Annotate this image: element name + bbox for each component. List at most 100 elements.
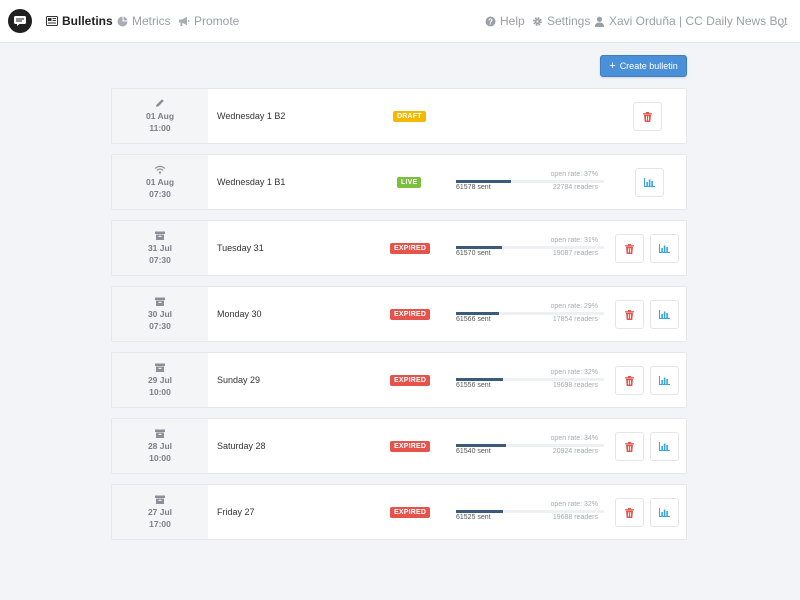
tab-metrics[interactable]: Metrics	[117, 14, 171, 28]
user-menu[interactable]: Xavi Orduña | CC Daily News Bot	[594, 14, 788, 28]
bulletin-card[interactable]: 01 Aug 07:30 Wednesday 1 B1 LIVE open rate: …	[111, 154, 687, 210]
sent-count: 61566 sent	[456, 316, 491, 323]
bulletin-date: 01 Aug	[145, 177, 175, 187]
create-bulletin-label: Create bulletin	[619, 61, 678, 71]
bulletin-title[interactable]: Friday 27	[217, 507, 255, 517]
help-link[interactable]: ? Help	[485, 14, 525, 28]
bulletin-title[interactable]: Tuesday 31	[217, 243, 264, 253]
tab-bulletins[interactable]: Bulletins	[46, 14, 113, 28]
readers-count: 17854 readers	[552, 316, 598, 323]
sent-count: 61540 sent	[456, 448, 491, 455]
bar-chart-icon	[659, 376, 670, 385]
archive-icon	[155, 230, 165, 240]
stats-button[interactable]	[650, 234, 679, 263]
bulletin-card[interactable]: 28 Jul 10:00 Saturday 28 EXPIRED open rate: …	[111, 418, 687, 474]
bar-chart-icon	[644, 178, 655, 187]
bulletin-date-column: 31 Jul 07:30	[112, 221, 208, 275]
bulletin-time: 11:00	[149, 123, 171, 133]
bulletin-card[interactable]: 27 Jul 17:00 Friday 27 EXPIRED open rate: 32…	[111, 484, 687, 540]
bar-chart-icon	[659, 442, 670, 451]
app-logo[interactable]	[8, 9, 32, 33]
stats-button[interactable]	[650, 498, 679, 527]
sent-count: 61525 sent	[456, 514, 491, 521]
user-name: Xavi Orduña | CC Daily News Bot	[609, 14, 788, 28]
delete-button[interactable]	[615, 366, 644, 395]
sent-count: 61570 sent	[456, 250, 491, 257]
settings-link[interactable]: Settings	[532, 14, 590, 28]
bulletin-card[interactable]: 01 Aug 11:00 Wednesday 1 B2 DRAFT	[111, 88, 687, 144]
bar-chart-icon	[659, 244, 670, 253]
archive-icon	[155, 494, 165, 504]
sent-progress-fill	[456, 510, 504, 513]
bulletin-title[interactable]: Wednesday 1 B2	[217, 111, 285, 121]
open-rate: open rate: 34%	[550, 435, 598, 442]
bulletin-title[interactable]: Sunday 29	[217, 375, 260, 385]
bulletin-title[interactable]: Monday 30	[217, 309, 262, 319]
readers-count: 19698 readers	[552, 382, 598, 389]
trash-icon	[625, 441, 634, 452]
status-badge: EXPIRED	[390, 243, 431, 254]
open-rate: open rate: 32%	[550, 501, 598, 508]
bar-chart-icon	[659, 310, 670, 319]
stats-button[interactable]	[650, 300, 679, 329]
chat-bubble-icon	[14, 16, 26, 26]
bulletin-date: 31 Jul	[147, 243, 173, 253]
bulletin-card[interactable]: 31 Jul 07:30 Tuesday 31 EXPIRED open rate: 3…	[111, 220, 687, 276]
bulletin-date-column: 30 Jul 07:30	[112, 287, 208, 341]
trash-icon	[643, 111, 652, 122]
newspaper-icon	[46, 16, 58, 26]
bulletin-title[interactable]: Saturday 28	[217, 441, 266, 451]
trash-icon	[625, 375, 634, 386]
status-badge: EXPIRED	[390, 507, 431, 518]
delete-button[interactable]	[615, 432, 644, 461]
sent-progress-bar	[456, 246, 604, 249]
create-bulletin-button[interactable]: + Create bulletin	[600, 55, 687, 77]
bulletin-date: 30 Jul	[147, 309, 173, 319]
delete-button[interactable]	[615, 498, 644, 527]
archive-icon	[155, 296, 165, 306]
megaphone-icon	[178, 16, 190, 27]
plus-icon: +	[609, 59, 616, 72]
delete-button[interactable]	[615, 234, 644, 263]
chevron-down-icon[interactable]	[777, 16, 787, 34]
archive-icon	[155, 428, 165, 438]
sent-progress-bar	[456, 378, 604, 381]
trash-icon	[625, 243, 634, 254]
bulletin-date: 29 Jul	[147, 375, 173, 385]
help-label: Help	[500, 14, 525, 28]
gear-icon	[532, 16, 543, 27]
user-icon	[594, 16, 605, 27]
settings-label: Settings	[547, 14, 591, 28]
trash-icon	[625, 507, 634, 518]
sent-progress-bar	[456, 510, 604, 513]
tab-promote[interactable]: Promote	[178, 14, 239, 28]
readers-count: 19688 readers	[552, 514, 598, 521]
sent-progress-bar	[456, 312, 604, 315]
bulletin-title[interactable]: Wednesday 1 B1	[217, 177, 285, 187]
bulletin-card[interactable]: 30 Jul 07:30 Monday 30 EXPIRED open rate: 29…	[111, 286, 687, 342]
bulletin-card[interactable]: 29 Jul 10:00 Sunday 29 EXPIRED open rate: 32…	[111, 352, 687, 408]
stats-button[interactable]	[635, 168, 664, 197]
stats-button[interactable]	[650, 432, 679, 461]
stats-button[interactable]	[650, 366, 679, 395]
readers-count: 19087 readers	[552, 250, 598, 257]
delete-button[interactable]	[633, 102, 662, 131]
open-rate: open rate: 37%	[550, 171, 598, 178]
tab-bulletins-label: Bulletins	[62, 14, 113, 28]
pencil-icon	[155, 98, 165, 108]
bulletin-date-column: 01 Aug 11:00	[112, 89, 208, 143]
readers-count: 22784 readers	[552, 184, 598, 191]
bulletin-date: 27 Jul	[147, 507, 173, 517]
delete-button[interactable]	[615, 300, 644, 329]
tab-promote-label: Promote	[194, 14, 240, 28]
open-rate: open rate: 31%	[550, 237, 598, 244]
bulletin-time: 07:30	[149, 255, 171, 265]
open-rate: open rate: 29%	[550, 303, 598, 310]
top-navbar: Bulletins Metrics Promote ? Help Setting…	[0, 0, 800, 43]
sent-progress-fill	[456, 180, 511, 183]
status-badge: EXPIRED	[390, 441, 431, 452]
status-badge: DRAFT	[393, 111, 426, 122]
readers-count: 20924 readers	[552, 448, 598, 455]
bar-chart-icon	[659, 508, 670, 517]
status-badge: LIVE	[397, 177, 422, 188]
